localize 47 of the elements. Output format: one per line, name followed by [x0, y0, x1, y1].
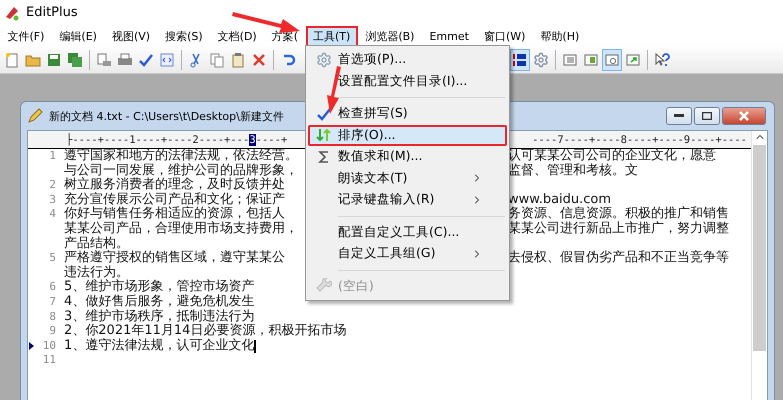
document-title: 新的文档 4.txt - C:\Users\t\Desktop\新建文件	[49, 108, 284, 124]
menu-item[interactable]: 文档(D)	[210, 26, 264, 46]
menu-option[interactable]: 排序(O)...	[308, 124, 507, 146]
text-line: 4、做好售后服务，避免危机发生	[64, 294, 254, 309]
menu-item[interactable]: 视图(V)	[104, 26, 158, 46]
menu-item[interactable]: 搜索(S)	[158, 26, 210, 46]
menu-option[interactable]: 数值求和(M)...	[308, 146, 507, 168]
text-line: 违法行为。	[64, 266, 129, 280]
app-title: EditPlus	[26, 5, 78, 20]
line-number: 1	[49, 149, 56, 164]
menu-item[interactable]: Emmet	[422, 26, 476, 46]
text-line: 2、你2021年11月14日必要资源，积极开拓市场	[64, 324, 346, 338]
line-number: 8	[49, 310, 56, 324]
line-number: 7	[49, 294, 56, 310]
line-number: 6	[49, 280, 56, 295]
line-number: 9	[49, 324, 56, 339]
menu-item[interactable]: 窗口(W)	[476, 26, 533, 46]
text-line: www.baidu.com	[508, 192, 612, 207]
menu-option[interactable]: 自定义工具组(G)	[308, 243, 507, 264]
menu-item[interactable]: 浏览器(B)	[358, 26, 422, 46]
line-number: 4	[49, 207, 56, 222]
line-number: 11	[42, 353, 56, 368]
text-line: 5、维护市场形象，管控市场资产	[64, 280, 254, 294]
text-line: 与公司一同发展，维护公司的品牌形象，	[64, 164, 298, 178]
text-line: 充分宣传展示公司产品和文化；保证产	[64, 192, 285, 207]
text-line: 1、遵守法律法规，认可企业文化	[64, 338, 256, 354]
text-line: 某某公司产品，合理使用市场支持费用，	[64, 222, 298, 236]
text-line: 产品结构。	[64, 236, 129, 251]
text-line: 去侵权、假冒伪劣产品和不正当竞争等	[508, 251, 729, 266]
menu-item[interactable]: 帮助(H)	[532, 26, 587, 46]
menu-option[interactable]: 记录键盘输入(R)	[308, 189, 507, 210]
menu-option[interactable]: 配置自定义工具(C)...	[308, 222, 507, 243]
text-line: 3、维护市场秩序，抵制违法行为	[64, 310, 254, 324]
text-line: 严格遵守授权的销售区域，遵守某某公	[64, 251, 285, 266]
menu-option[interactable]: 朗读文本(T)	[308, 168, 507, 189]
text-line: 遵守国家和地方的法律法规，依法经营。	[64, 149, 298, 163]
menu-item[interactable]: 编辑(E)	[52, 26, 104, 46]
line-number: 10	[42, 338, 56, 354]
line-number: 5	[49, 251, 56, 266]
menu-item[interactable]: 文件(F)	[0, 26, 52, 46]
menu-option[interactable]: 检查拼写(S)	[308, 103, 507, 124]
line-number: 3	[49, 192, 56, 208]
menu-option[interactable]: 设置配置文件目录(I)...	[308, 70, 507, 92]
line-number: 2	[49, 178, 56, 193]
text-line: 你好与销售任务相适应的资源，包括人	[64, 207, 285, 222]
menu-item[interactable]: 工具(T)	[306, 26, 358, 46]
text-line: 树立服务消费者的理念，及时反馈并处	[64, 178, 285, 192]
